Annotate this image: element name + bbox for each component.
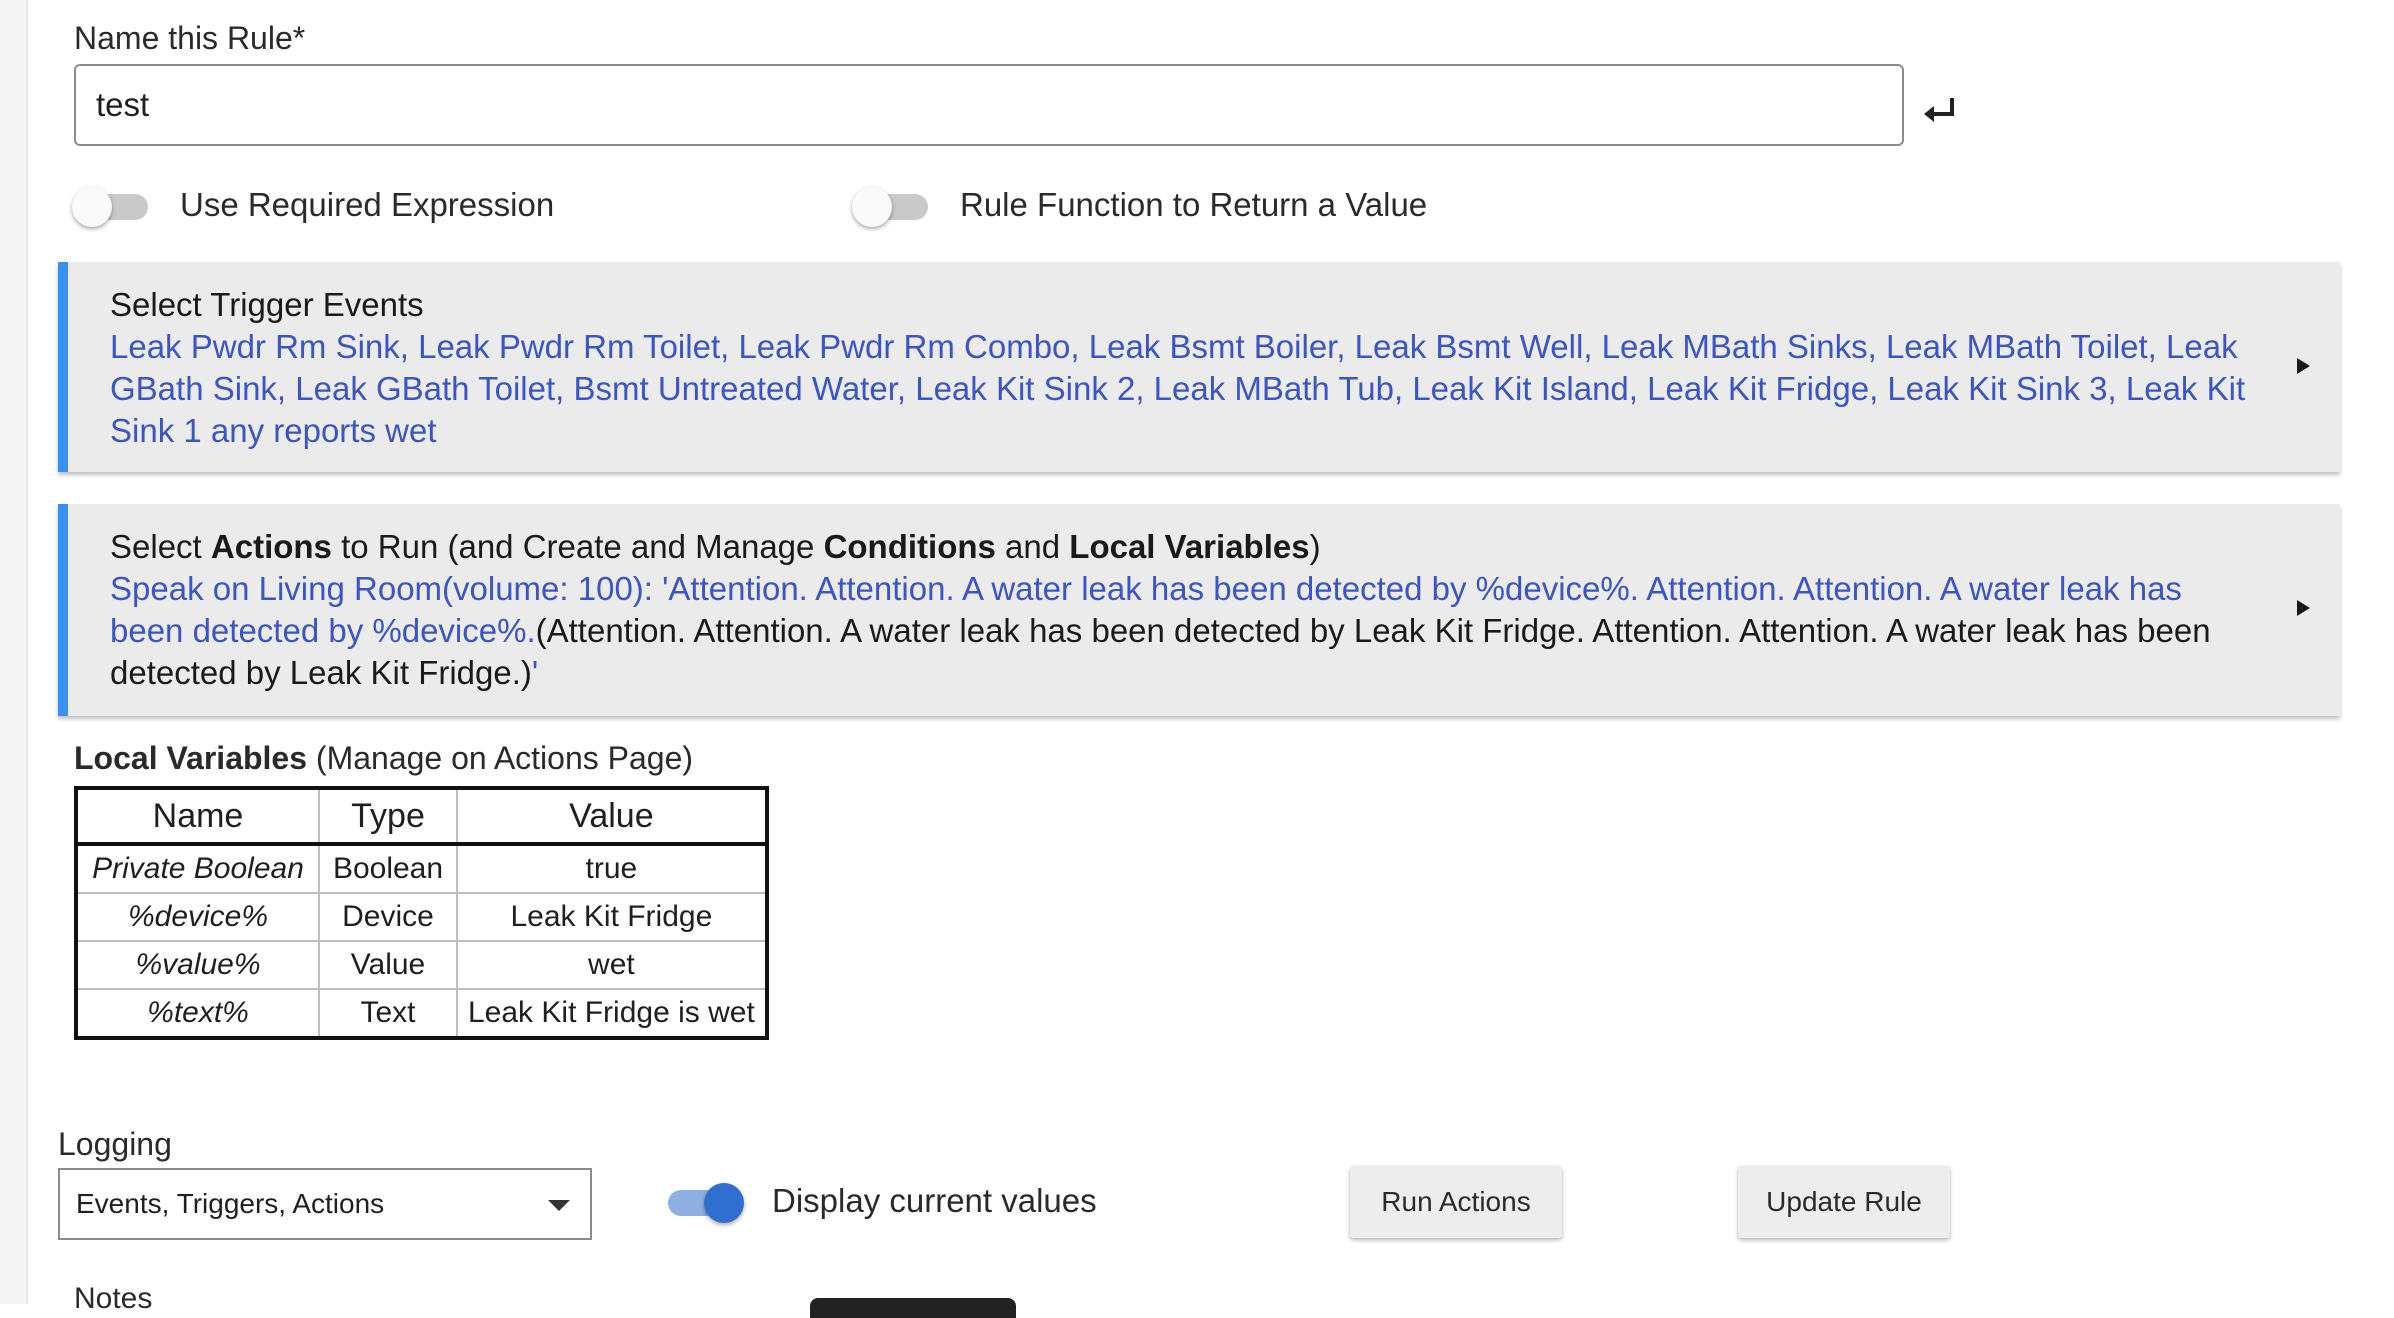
col-header-type: Type: [318, 787, 458, 846]
table-row: %value% Value wet: [75, 940, 768, 990]
var-value: wet: [456, 940, 768, 990]
trigger-events-panel[interactable]: Select Trigger Events Leak Pwdr Rm Sink,…: [58, 262, 2340, 472]
logging-selected-value: Events, Triggers, Actions: [76, 1188, 385, 1219]
var-value: Leak Kit Fridge is wet: [456, 988, 768, 1039]
var-value: Leak Kit Fridge: [456, 892, 768, 942]
required-expression-label: Use Required Expression: [180, 186, 555, 223]
logging-label: Logging: [58, 1126, 172, 1162]
notes-toolbar-tab: [810, 1298, 1016, 1318]
display-current-values-label: Display current values: [772, 1182, 1097, 1219]
var-type: Value: [318, 940, 458, 990]
table-row: %text% Text Leak Kit Fridge is wet: [75, 988, 768, 1039]
table-row: %device% Device Leak Kit Fridge: [75, 892, 768, 942]
var-name: %text%: [75, 988, 320, 1039]
var-name: Private Boolean: [75, 843, 320, 894]
actions-title: Select Actions to Run (and Create and Ma…: [110, 528, 1321, 565]
col-header-value: Value: [456, 787, 768, 846]
trigger-events-summary: Leak Pwdr Rm Sink, Leak Pwdr Rm Toilet, …: [110, 328, 2246, 449]
rule-name-input[interactable]: test: [74, 64, 1904, 146]
local-variables-table: Name Type Value Private Boolean Boolean …: [74, 786, 769, 1040]
col-header-name: Name: [75, 787, 320, 846]
actions-summary: Speak on Living Room(volume: 100): 'Atte…: [110, 570, 2211, 691]
var-type: Boolean: [318, 843, 458, 894]
notes-label: Notes: [74, 1282, 153, 1315]
actions-panel[interactable]: Select Actions to Run (and Create and Ma…: [58, 504, 2340, 716]
run-actions-button[interactable]: Run Actions: [1350, 1166, 1562, 1238]
var-name: %value%: [75, 940, 320, 990]
expand-arrow-icon: [2297, 358, 2310, 374]
local-variables-title: Local Variables (Manage on Actions Page): [74, 740, 694, 776]
var-name: %device%: [75, 892, 320, 942]
var-type: Text: [318, 988, 458, 1039]
var-type: Device: [318, 892, 458, 942]
page-left-border: [0, 0, 28, 1304]
update-rule-button[interactable]: Update Rule: [1738, 1166, 1950, 1238]
table-row: Private Boolean Boolean true: [75, 843, 768, 894]
logging-select[interactable]: Events, Triggers, Actions: [58, 1168, 592, 1240]
trigger-events-title: Select Trigger Events: [110, 286, 424, 323]
expand-arrow-icon: [2297, 600, 2310, 616]
rule-name-label: Name this Rule*: [74, 20, 306, 56]
var-value: true: [456, 843, 768, 894]
return-value-label: Rule Function to Return a Value: [960, 186, 1428, 223]
dropdown-arrow-icon: [548, 1200, 570, 1211]
enter-icon[interactable]: [1920, 92, 1960, 132]
